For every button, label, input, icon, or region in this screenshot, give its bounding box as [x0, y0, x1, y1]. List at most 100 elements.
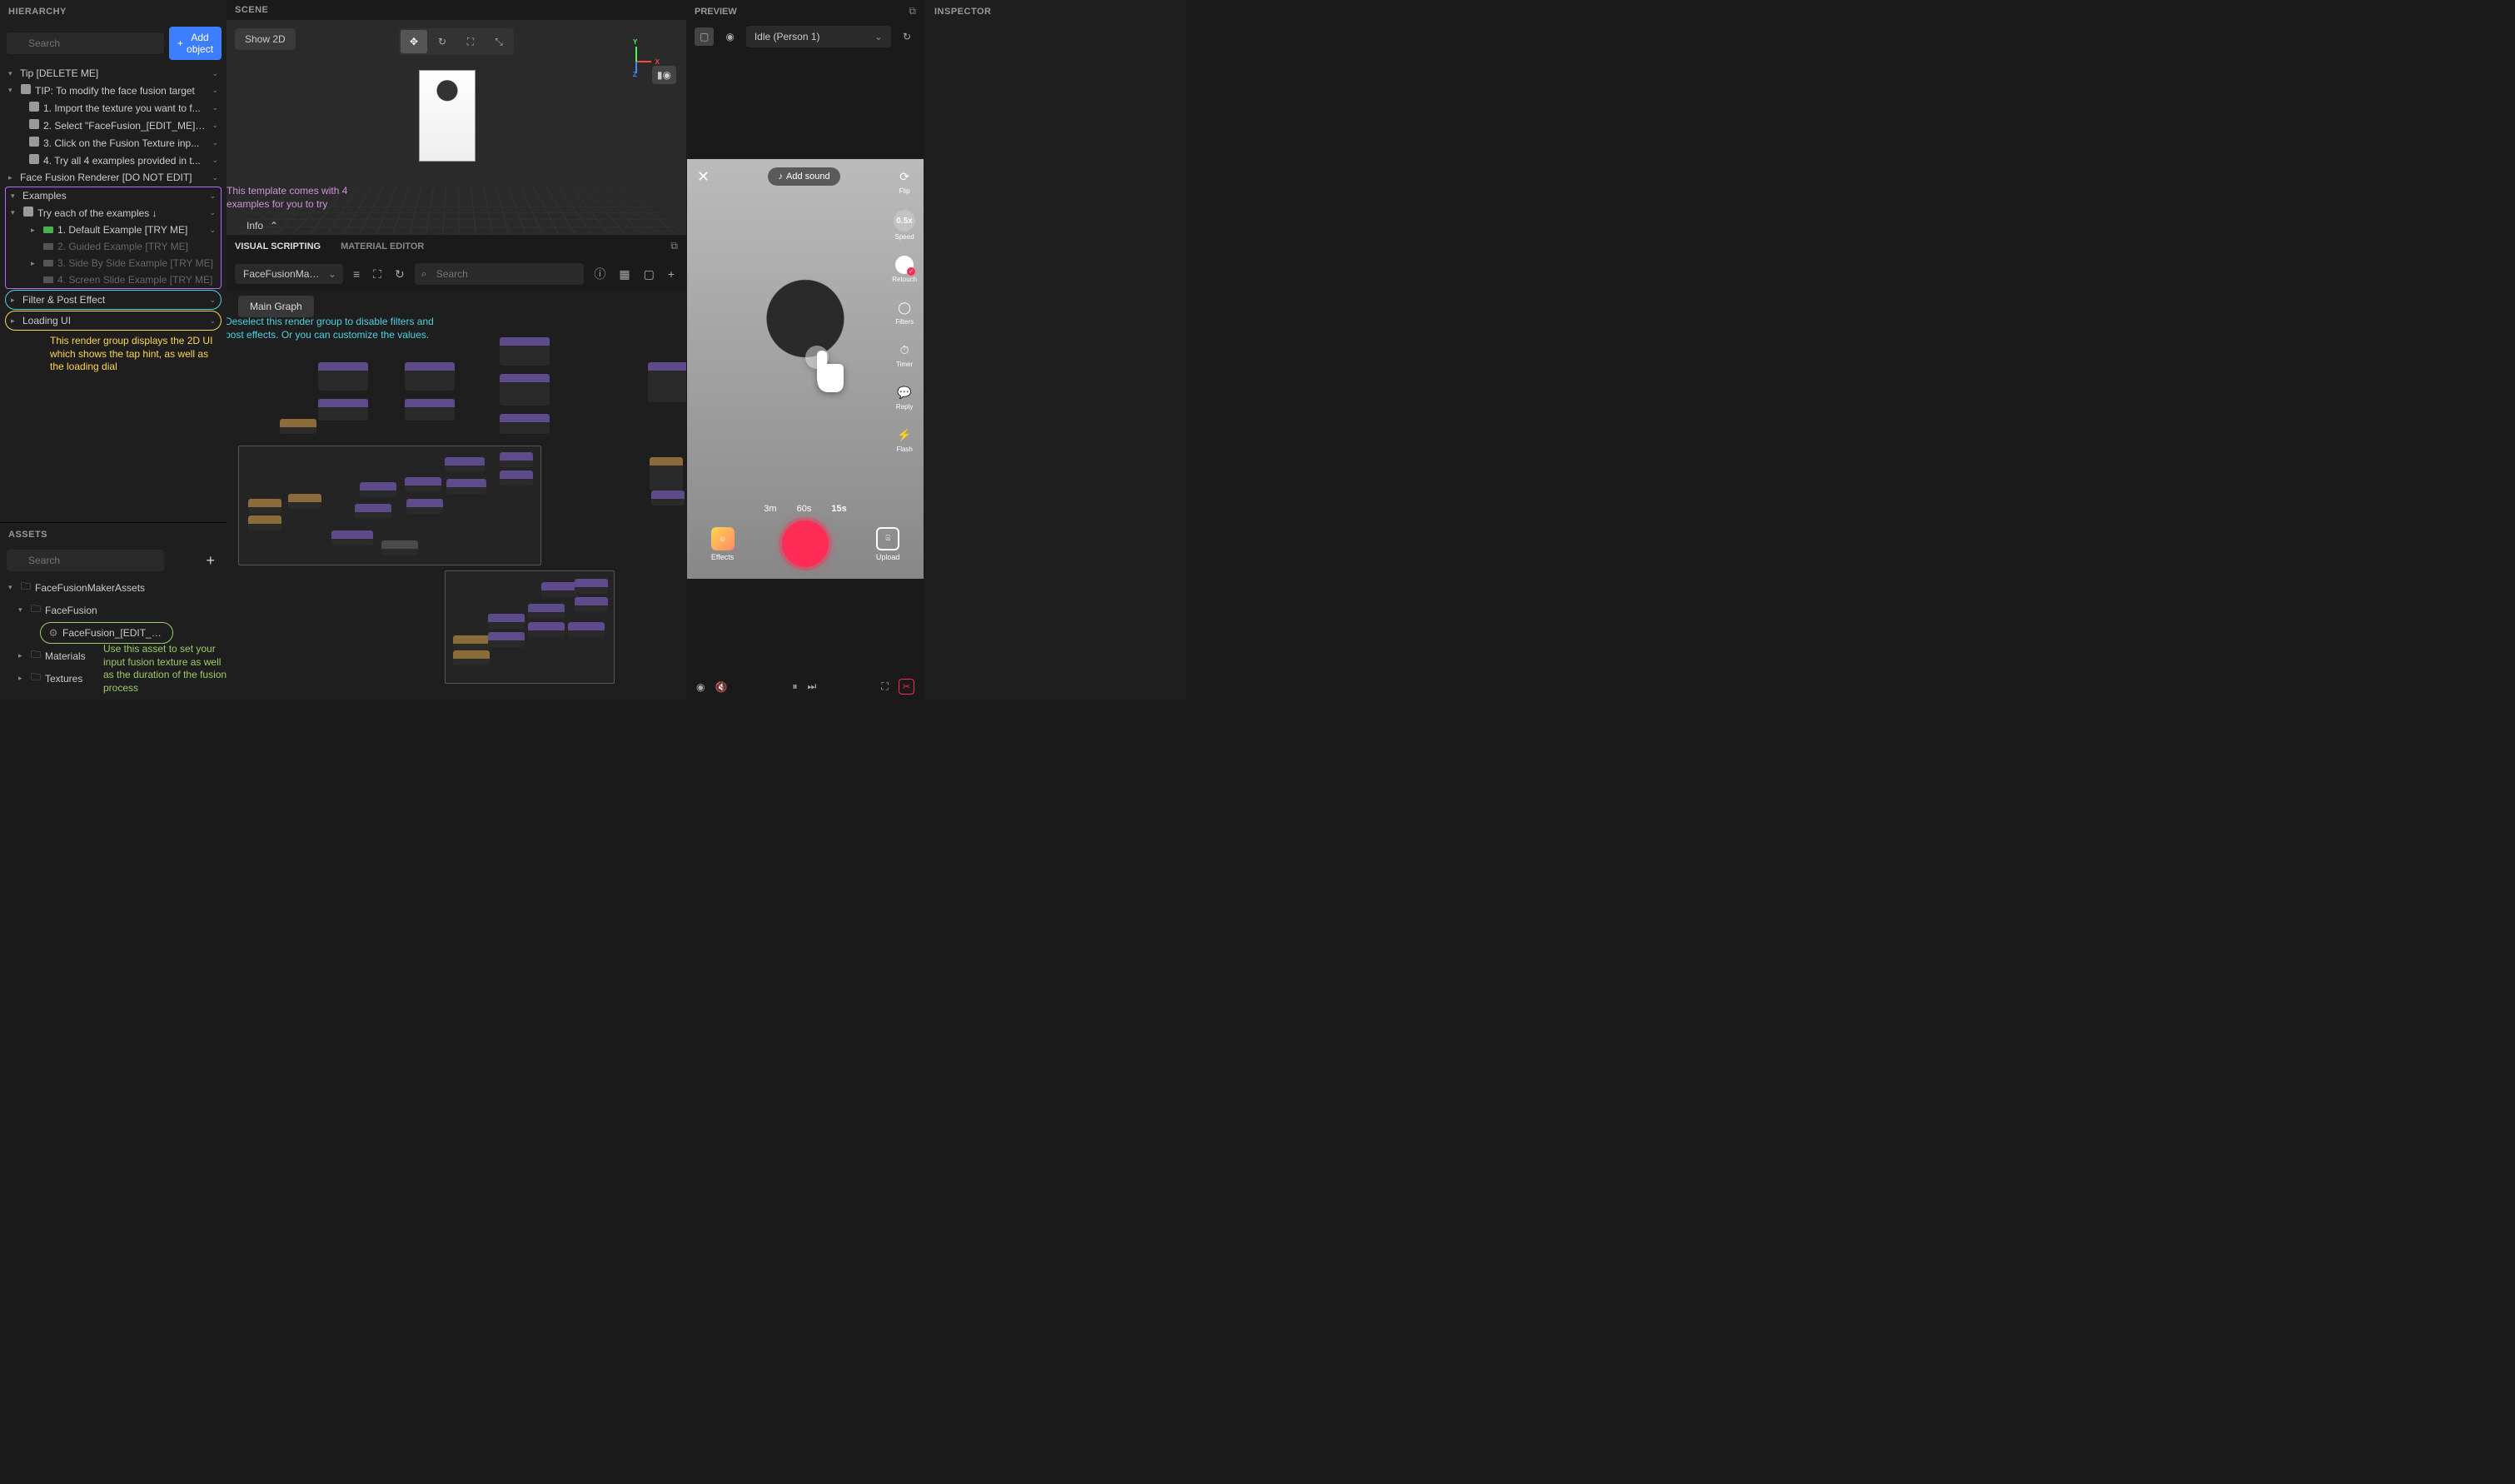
asset-facefusion[interactable]: ▾ 🗀 FaceFusion	[3, 599, 223, 621]
add-sound-button[interactable]: ♪ Add sound	[768, 167, 839, 186]
refresh-icon[interactable]: ↻	[898, 27, 916, 46]
duration-3m[interactable]: 3m	[764, 504, 776, 514]
tree-item-ex2[interactable]: 2. Guided Example [TRY ME]	[6, 238, 221, 255]
reply-button[interactable]: 💬 Reply	[895, 383, 914, 411]
filters-button[interactable]: ◯ Filters	[895, 298, 914, 326]
preview-mode1-button[interactable]: ▢	[695, 27, 714, 46]
tree-item-filter[interactable]: ▸ Filter & Post Effect ⌄	[6, 291, 221, 309]
list-icon[interactable]: ≡	[350, 264, 363, 284]
chevron-down-icon[interactable]: ⌄	[212, 173, 218, 182]
window-icon[interactable]: ▢	[640, 264, 658, 285]
chevron-down-icon[interactable]: ⌄	[212, 69, 218, 78]
preview-camera-button[interactable]: ◉	[720, 27, 739, 46]
tab-material-editor[interactable]: MATERIAL EDITOR	[341, 242, 424, 251]
chevron-down-icon[interactable]: ⌄	[209, 296, 216, 305]
tree-item-step3[interactable]: 3. Click on the Fusion Texture inp... ⌄	[3, 134, 223, 152]
scene-portrait-plane[interactable]	[419, 70, 476, 162]
annotation-green: Use this asset to set your input fusion …	[3, 640, 227, 698]
camera-icon	[43, 276, 53, 283]
tree-item-tip-modify[interactable]: ▾ TIP: To modify the face fusion target …	[3, 82, 223, 99]
side-label: Timer	[896, 361, 913, 368]
node-graph-canvas[interactable]: Main Graph Deselect this render group to…	[227, 291, 686, 700]
expand-icon[interactable]: ⛶	[370, 264, 385, 285]
add-object-button[interactable]: + Add object	[169, 27, 222, 60]
tree-item-step1[interactable]: 1. Import the texture you want to f... ⌄	[3, 99, 223, 117]
info-icon[interactable]: ⓘ	[590, 262, 609, 286]
tree-item-tip-delete[interactable]: ▾ Tip [DELETE ME] ⌄	[3, 65, 223, 82]
tab-visual-scripting[interactable]: VISUAL SCRIPTING	[235, 242, 321, 251]
gear-icon: ⚙	[47, 627, 59, 639]
effects-button[interactable]: ☺ Effects	[711, 527, 735, 561]
show-2d-button[interactable]: Show 2D	[235, 28, 296, 50]
chevron-down-icon[interactable]: ⌄	[212, 103, 218, 112]
step-forward-icon[interactable]: ⏭	[808, 680, 817, 693]
panel-icon[interactable]: ▦	[615, 264, 633, 285]
external-link-icon[interactable]: ⧉	[670, 240, 678, 252]
close-icon[interactable]: ✕	[697, 168, 710, 186]
chevron-down-icon[interactable]: ⌄	[209, 316, 216, 326]
retouch-button[interactable]: Retouch	[892, 256, 917, 283]
duration-15s[interactable]: 15s	[831, 504, 846, 514]
rotate-tool-button[interactable]: ↻	[429, 30, 456, 53]
tree-label: Examples	[22, 190, 206, 202]
chevron-down-icon[interactable]: ⌄	[212, 86, 218, 95]
tree-item-step2[interactable]: 2. Select "FaceFusion_[EDIT_ME]" ... ⌄	[3, 117, 223, 134]
pause-icon[interactable]: ⏸	[792, 680, 797, 693]
tree-item-loading[interactable]: ▸ Loading UI ⌄	[6, 311, 221, 330]
duration-selector[interactable]: 3m 60s 15s	[687, 504, 924, 514]
tree-item-step4[interactable]: 4. Try all 4 examples provided in t... ⌄	[3, 152, 223, 169]
chevron-down-icon[interactable]: ⌄	[209, 208, 216, 217]
crop-icon[interactable]: ✂	[899, 679, 914, 695]
side-label: Filters	[895, 318, 914, 326]
annotation-cyan: Deselect this render group to disable fi…	[227, 316, 441, 341]
hierarchy-search-input[interactable]	[7, 32, 164, 54]
vs-asset-dropdown[interactable]: FaceFusionMakerAs...	[235, 264, 343, 284]
tiktok-icon[interactable]: ◉	[696, 681, 705, 693]
timer-button[interactable]: ⏱ Timer	[895, 341, 914, 368]
transform-tool-button[interactable]: ⤡	[486, 30, 512, 53]
timer-icon: ⏱	[895, 341, 914, 359]
external-link-icon[interactable]: ⧉	[909, 5, 916, 17]
folder-icon: 🗀	[20, 579, 32, 596]
chevron-down-icon[interactable]: ⌄	[212, 138, 218, 147]
tree-item-ex4[interactable]: 4. Screen Slide Example [TRY ME]	[6, 271, 221, 288]
mute-icon[interactable]: 🔇	[715, 681, 727, 693]
axis-gizmo[interactable]: X Y Z	[620, 45, 653, 78]
chevron-down-icon[interactable]: ⌄	[212, 121, 218, 130]
chevron-down-icon[interactable]: ⌄	[209, 226, 216, 235]
speed-button[interactable]: 0.5x Speed	[894, 210, 915, 241]
retouch-icon	[895, 256, 914, 274]
upload-button[interactable]: ⍓ Upload	[876, 527, 900, 561]
scale-tool-button[interactable]: ⛶	[457, 30, 484, 53]
main-graph-tab[interactable]: Main Graph	[238, 296, 314, 317]
refresh-icon[interactable]: ↻	[391, 264, 408, 285]
duration-60s[interactable]: 60s	[797, 504, 812, 514]
chevron-down-icon[interactable]: ⌄	[209, 192, 216, 201]
add-node-button[interactable]: +	[665, 264, 678, 284]
tree-item-examples[interactable]: ▾ Examples ⌄	[6, 187, 221, 204]
asset-label: FaceFusionMakerAssets	[35, 582, 218, 594]
flash-button[interactable]: ⚡ Flash	[895, 426, 914, 453]
record-button[interactable]	[782, 520, 829, 567]
flip-button[interactable]: ⟳ Flip	[895, 167, 914, 195]
phone-preview-frame: ✕ ♪ Add sound ⟳ Flip 0.5x Speed R	[687, 159, 924, 579]
tree-item-renderer[interactable]: ▸ Face Fusion Renderer [DO NOT EDIT] ⌄	[3, 169, 223, 186]
chevron-down-icon: ▾	[8, 583, 17, 592]
assets-search-input[interactable]	[7, 550, 164, 571]
tree-item-ex3[interactable]: ▸ 3. Side By Side Example [TRY ME]	[6, 255, 221, 271]
chevron-up-icon: ⌃	[270, 220, 278, 232]
fullscreen-icon[interactable]: ⛶	[881, 680, 888, 693]
scene-camera-button[interactable]: ▮◉	[652, 66, 676, 84]
tree-item-try-each[interactable]: ▾ Try each of the examples ↓ ⌄	[6, 204, 221, 222]
tree-item-ex1[interactable]: ▸ 1. Default Example [TRY ME] ⌄	[6, 222, 221, 238]
preview-state-dropdown[interactable]: Idle (Person 1)	[746, 26, 891, 47]
vs-search-input[interactable]	[415, 263, 585, 285]
chevron-down-icon[interactable]: ⌄	[212, 156, 218, 165]
scene-info-toggle[interactable]: Info ⌃	[247, 220, 278, 232]
scene-viewport[interactable]: Show 2D ✥ ↻ ⛶ ⤡ X Y Z ▮◉ This template c…	[227, 20, 686, 235]
side-label: Reply	[896, 403, 913, 411]
asset-root[interactable]: ▾ 🗀 FaceFusionMakerAssets	[3, 576, 223, 599]
asset-label: FaceFusion_[EDIT_ME]	[62, 627, 166, 639]
add-asset-button[interactable]: +	[201, 552, 220, 570]
move-tool-button[interactable]: ✥	[401, 30, 427, 53]
